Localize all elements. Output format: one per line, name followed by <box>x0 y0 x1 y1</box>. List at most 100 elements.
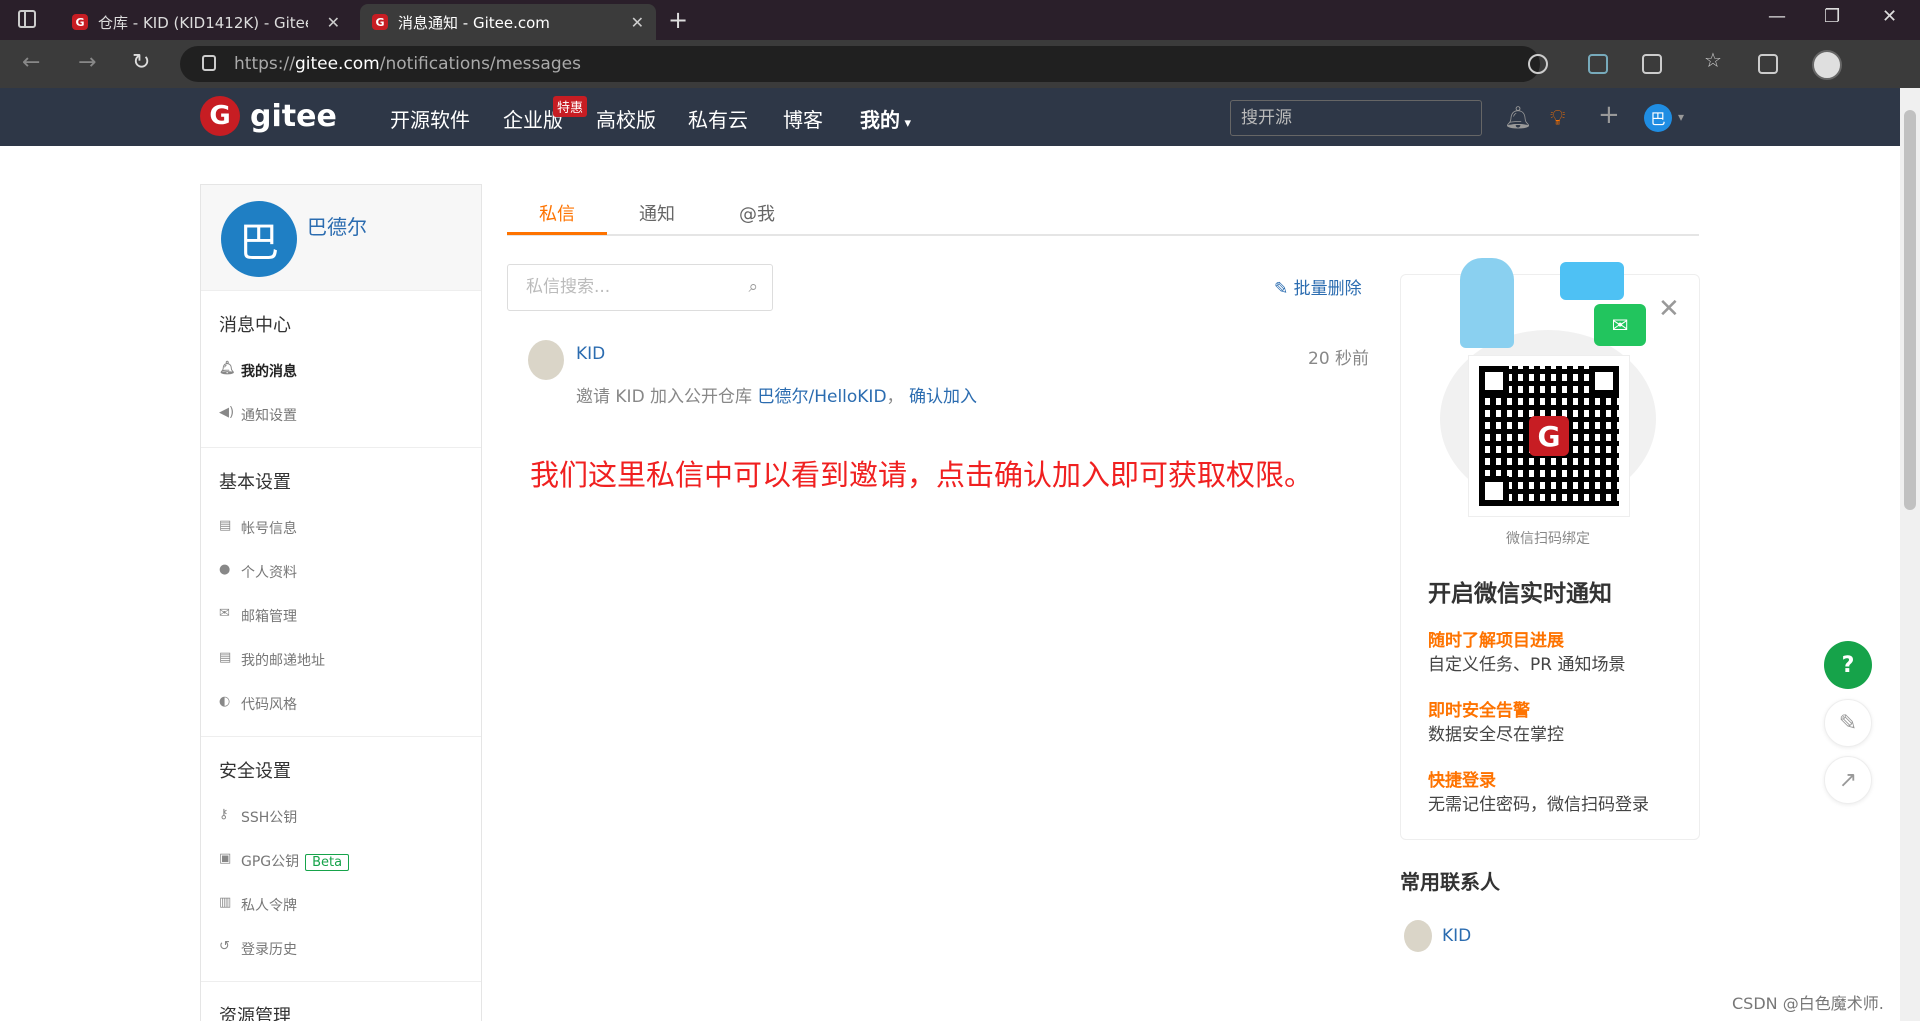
close-window-icon[interactable]: ✕ <box>1882 6 1897 27</box>
nav-open-source[interactable]: 开源软件 <box>390 104 470 133</box>
nav-blog[interactable]: 博客 <box>783 104 823 133</box>
section-title: 安全设置 <box>219 761 291 782</box>
gitee-header: G gitee 开源软件 企业版 特惠 高校版 私有云 博客 我的 ▾ 搜开源 … <box>0 88 1900 146</box>
sidebar-item-tokens[interactable]: ▥ 私人令牌 <box>201 883 481 927</box>
sidebar-item-ssh[interactable]: ⚷ SSH公钥 <box>201 795 481 839</box>
new-tab-icon[interactable]: + <box>668 6 688 34</box>
sidebar-item-my-messages[interactable]: 🔔︎ 我的消息 <box>201 349 481 393</box>
tab-notifications[interactable]: 通知 <box>639 200 675 226</box>
lock-icon <box>202 55 216 71</box>
address-bar[interactable]: https://gitee.com/notifications/messages <box>180 46 1540 82</box>
repo-link[interactable]: 巴德尔/HelloKID <box>757 387 886 407</box>
extension-icon[interactable] <box>1588 54 1608 74</box>
speaker-icon: ◀) <box>219 405 235 420</box>
sidebar-item-label: 登录历史 <box>241 942 297 958</box>
bell-icon: 🔔︎ <box>219 361 236 376</box>
nav-mine[interactable]: 我的 ▾ <box>860 104 911 133</box>
favorite-add-icon[interactable] <box>1528 54 1548 74</box>
sidebar-item-gpg[interactable]: ▣ GPG公钥 Beta <box>201 839 481 883</box>
close-tab-icon[interactable]: ✕ <box>631 13 644 32</box>
tab-mentions[interactable]: @我 <box>739 200 775 226</box>
scrollbar-thumb[interactable] <box>1904 110 1916 510</box>
contact-avatar[interactable] <box>1404 920 1432 952</box>
sidebar-item-label: 我的邮递地址 <box>241 653 325 669</box>
special-offer-badge: 特惠 <box>553 96 588 117</box>
username-link[interactable]: 巴德尔 <box>307 211 367 240</box>
bulk-delete-button[interactable]: ✎ 批量删除 <box>1274 274 1362 299</box>
section-message-center: 消息中心 🔔︎ 我的消息 ◀) 通知设置 <box>201 291 481 448</box>
section-title: 资源管理 <box>219 1006 291 1021</box>
user-avatar[interactable]: 巴 <box>1644 104 1672 132</box>
user-icon: ● <box>219 562 231 577</box>
confirm-join-link[interactable]: 确认加入 <box>909 387 977 407</box>
person-illustration-icon <box>1460 258 1514 348</box>
feature-desc: 自定义任务、PR 通知场景 <box>1428 655 1626 675</box>
nav-private-cloud[interactable]: 私有云 <box>688 104 748 133</box>
message-search-input[interactable]: 私信搜索... ⌕ <box>507 264 773 311</box>
section-title: 基本设置 <box>219 472 291 493</box>
message-text: 邀请 KID 加入公开仓库 <box>576 387 753 407</box>
browser-tab-repo[interactable]: G 仓库 - KID (KID1412K) - Gitee.com ✕ <box>60 4 352 40</box>
sidebar-item-code-style[interactable]: ◐ 代码风格 <box>201 682 481 726</box>
sidebar-item-notification-settings[interactable]: ◀) 通知设置 <box>201 393 481 437</box>
sidebar-item-profile[interactable]: ● 个人资料 <box>201 550 481 594</box>
sidebar-item-address[interactable]: ▤ 我的邮递地址 <box>201 638 481 682</box>
sender-name[interactable]: KID <box>576 344 605 364</box>
browser-tab-bar: G 仓库 - KID (KID1412K) - Gitee.com ✕ G 消息… <box>0 0 1920 40</box>
token-icon: ▥ <box>219 895 232 910</box>
close-tab-icon[interactable]: ✕ <box>327 13 340 32</box>
gitee-logo[interactable]: G gitee <box>200 96 337 136</box>
feature-desc: 无需记住密码，微信扫码登录 <box>1428 795 1649 815</box>
page-scrollbar[interactable] <box>1900 88 1920 1021</box>
collections-icon[interactable] <box>1758 54 1778 74</box>
sidebar-item-account[interactable]: ▤ 帐号信息 <box>201 506 481 550</box>
sender-avatar[interactable] <box>528 340 564 380</box>
section-title: 消息中心 <box>219 315 291 336</box>
restore-icon[interactable]: ❐ <box>1824 6 1840 27</box>
tab-title: 仓库 - KID (KID1412K) - Gitee.com <box>98 13 308 32</box>
chevron-down-icon: ▾ <box>900 116 912 131</box>
sidebar-item-label: 我的消息 <box>241 364 297 380</box>
url-scheme: https:// <box>234 54 295 74</box>
avatar[interactable]: 巴 <box>221 201 297 277</box>
chevron-down-icon[interactable]: ▾ <box>1678 110 1684 124</box>
contact-name[interactable]: KID <box>1442 926 1471 946</box>
nav-education[interactable]: 高校版 <box>596 104 656 133</box>
section-resource-management: 资源管理 <box>201 982 481 1021</box>
browser-tab-notifications[interactable]: G 消息通知 - Gitee.com ✕ <box>360 4 656 40</box>
help-button[interactable]: ? <box>1824 641 1872 689</box>
message-tabs: 私信 通知 @我 <box>507 188 1699 236</box>
section-security-settings: 安全设置 ⚷ SSH公钥 ▣ GPG公钥 Beta ▥ 私人令牌 ↺ 登录历史 <box>201 737 481 982</box>
plus-icon[interactable]: + <box>1598 100 1620 130</box>
gitee-favicon-icon: G <box>72 14 88 30</box>
browser-profile-avatar[interactable] <box>1812 50 1842 80</box>
key-icon: ⚷ <box>219 807 229 822</box>
share-icon[interactable]: ↗ <box>1824 756 1872 804</box>
gitee-logo-icon: G <box>200 96 240 136</box>
tab-actions-icon[interactable] <box>18 10 36 28</box>
gitee-favicon-icon: G <box>372 14 388 30</box>
favorites-icon[interactable]: ☆ <box>1704 48 1724 72</box>
id-card-icon: ▤ <box>219 518 232 533</box>
nav-mine-label: 我的 <box>860 108 900 132</box>
reading-icon[interactable] <box>1642 54 1662 74</box>
envelope-icon: ✉ <box>219 606 230 621</box>
bell-icon[interactable]: 🔔︎ <box>1504 106 1532 131</box>
feedback-icon[interactable]: ✎ <box>1824 699 1872 747</box>
tab-private-messages[interactable]: 私信 <box>539 200 575 226</box>
sidebar-item-label: 邮箱管理 <box>241 609 297 625</box>
qr-caption: 微信扫码绑定 <box>1506 531 1590 547</box>
sidebar-item-login-history[interactable]: ↺ 登录历史 <box>201 927 481 971</box>
back-icon[interactable]: ← <box>22 50 40 75</box>
global-search-input[interactable]: 搜开源 <box>1230 100 1482 136</box>
refresh-icon[interactable]: ↻ <box>132 50 150 75</box>
sidebar-item-label: 私人令牌 <box>241 898 297 914</box>
active-tab-underline <box>507 232 607 235</box>
minimize-icon[interactable]: — <box>1768 6 1786 27</box>
sidebar-item-email[interactable]: ✉ 邮箱管理 <box>201 594 481 638</box>
card-title: 开启微信实时通知 <box>1428 581 1612 607</box>
forward-icon[interactable]: → <box>78 50 96 75</box>
close-icon[interactable]: ✕ <box>1658 294 1680 324</box>
lightbulb-icon[interactable]: 💡︎ <box>1550 106 1565 131</box>
search-icon[interactable]: ⌕ <box>748 265 758 310</box>
